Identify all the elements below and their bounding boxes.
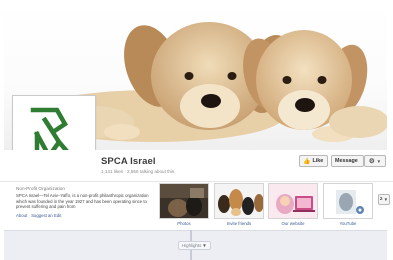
facebook-page: SPCA Israel 1,141 likes · 2,556 talking …: [0, 0, 393, 260]
app-label-photos[interactable]: Photos: [159, 221, 209, 226]
more-apps-count: 2: [379, 197, 383, 202]
thumbs-up-icon: 👍: [303, 158, 311, 165]
more-apps-button[interactable]: 2 ▼: [378, 194, 390, 205]
invite-friends-thumbnail: [215, 184, 263, 218]
message-button-label: Message: [335, 158, 358, 164]
youtube-thumbnail: [324, 184, 372, 218]
photos-thumbnail: [160, 184, 208, 218]
app-tile-youtube[interactable]: [323, 183, 373, 219]
about-section: Non-Profit Organization SPCA Israel—Tel …: [16, 186, 156, 218]
caret-down-icon: ▼: [376, 158, 382, 164]
app-tile-invite-friends[interactable]: [214, 183, 264, 219]
app-label-youtube[interactable]: YouTube: [323, 221, 373, 226]
about-links: About · Suggest an Edit: [16, 213, 156, 218]
our-website-thumbnail: [269, 184, 317, 218]
app-label-invite-friends[interactable]: Invite friends: [214, 221, 264, 226]
like-button-label: Like: [312, 158, 324, 164]
app-label-our-website[interactable]: Our website: [268, 221, 318, 226]
page-category: Non-Profit Organization: [16, 186, 65, 191]
about-description: SPCA Israel—Tel Aviv–Yaffo, is a non-pro…: [16, 193, 149, 210]
gear-icon: ⚙: [368, 158, 375, 165]
caret-down-icon: ▼: [383, 197, 389, 202]
settings-dropdown-button[interactable]: ⚙ ▼: [364, 155, 386, 167]
caret-down-icon: ▼: [202, 243, 207, 248]
app-tile-our-website[interactable]: [268, 183, 318, 219]
about-link[interactable]: About: [16, 213, 27, 218]
page-title[interactable]: SPCA Israel: [101, 156, 156, 167]
message-button[interactable]: Message: [331, 155, 364, 167]
highlights-dropdown[interactable]: Highlights ▼: [178, 241, 211, 250]
suggest-edit-link[interactable]: Suggest an Edit: [31, 213, 61, 218]
highlights-label: Highlights: [182, 243, 202, 248]
app-tile-photos[interactable]: [159, 183, 209, 219]
page-stats: 1,141 likes · 2,556 talking about this: [101, 169, 175, 174]
like-button[interactable]: 👍 Like: [299, 155, 328, 167]
